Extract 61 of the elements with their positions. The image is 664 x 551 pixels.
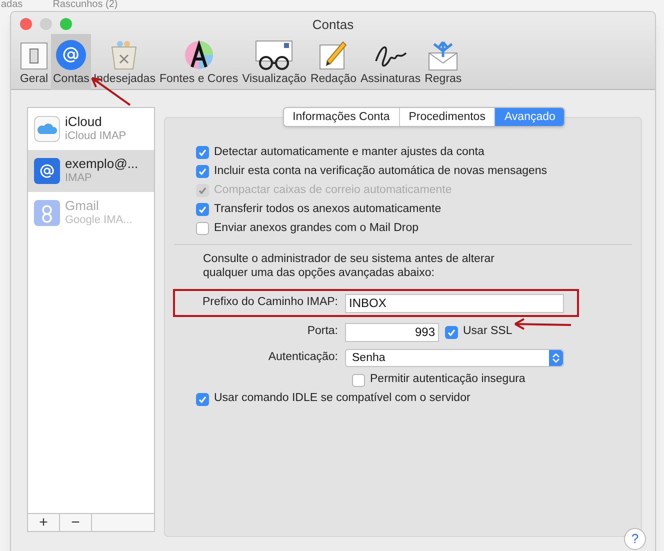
account-name: iCloud [65,115,103,129]
checkmark-icon [198,205,207,214]
checkbox-label: Usar SSL [463,324,512,340]
toolbar-button[interactable]: Assinaturas [358,34,423,90]
switch-icon [19,41,49,71]
tab[interactable]: Informações Conta [284,108,399,126]
account-name: exemplo@... [65,157,138,171]
account-type: IMAP [65,171,93,185]
account-type: Google IMA... [65,213,132,227]
option-label: Compactar caixas de correio automaticamente [214,182,452,198]
checkbox-label: Permitir autenticação insegura [370,372,526,388]
window-title: Contas [312,16,354,34]
toolbar-button[interactable]: Visualização [240,34,308,90]
checkbox[interactable] [196,165,209,178]
field-label: Autenticação: [267,350,339,366]
at-sign-icon [55,39,88,71]
stepper-icon [549,350,563,366]
toolbar-button[interactable]: Redação [308,34,358,90]
toolbar-button[interactable]: Fontes e Cores [157,34,240,90]
checkmark-icon [198,186,207,195]
background-text: Rascunhos (2) [52,0,118,10]
tab[interactable]: Procedimentos [398,108,494,126]
option-label: Transferir todos os anexos automaticamente [214,202,442,217]
toolbar-button[interactable]: Geral [17,34,51,90]
envelope-arrows-icon [426,39,460,71]
checkbox[interactable] [196,203,209,216]
dropdown[interactable]: Senha [345,349,564,367]
list-button[interactable]: + [28,514,60,532]
checkbox[interactable] [196,392,209,406]
account-name: Gmail [65,199,100,213]
close-icon[interactable] [20,18,32,30]
background-text: adas [1,0,23,10]
checkbox[interactable] [445,326,458,338]
toolbar-button[interactable]: Regras [422,34,464,90]
option-label: Incluir esta conta na verificação automática de novas mensagens [214,164,548,179]
at-sign-icon [34,158,60,184]
field-label: Prefixo do Caminho IMAP: [201,295,339,310]
field-label: Porta: [306,324,339,340]
checkbox[interactable] [352,374,365,386]
color-wheel-icon [182,39,215,71]
pencil-paper-icon [317,39,350,71]
checkmark-icon [198,148,207,157]
zoom-icon[interactable] [60,18,72,30]
option-label: Enviar anexos grandes com o Mail Drop [214,220,419,236]
checkmark-icon [447,328,456,336]
checkmark-icon [198,167,207,176]
account-item[interactable]: exemplo@... IMAP [28,150,154,192]
toolbar-button[interactable]: Indesejadas [91,34,158,90]
option-label: Detectar automaticamente e manter ajustes da conta [214,144,484,160]
checkbox[interactable] [196,146,209,159]
list-button[interactable]: − [60,514,92,532]
input-field[interactable]: INBOX [345,294,564,312]
account-item[interactable]: iCloud iCloud IMAP [28,108,154,150]
input-field[interactable]: 993 [345,322,439,342]
checkmark-icon [198,394,207,404]
account-type: iCloud IMAP [65,129,126,143]
cloud-icon [34,116,60,142]
notice-text: Consulte o administrador de seu sistema antes de alterar qualquer uma das opções avançadas abaixo: [203,252,496,280]
checkbox-label: Usar comando IDLE se compatível com o servidor [214,391,470,406]
toolbar-button[interactable]: Contas [51,34,92,90]
checkbox[interactable] [196,222,209,235]
